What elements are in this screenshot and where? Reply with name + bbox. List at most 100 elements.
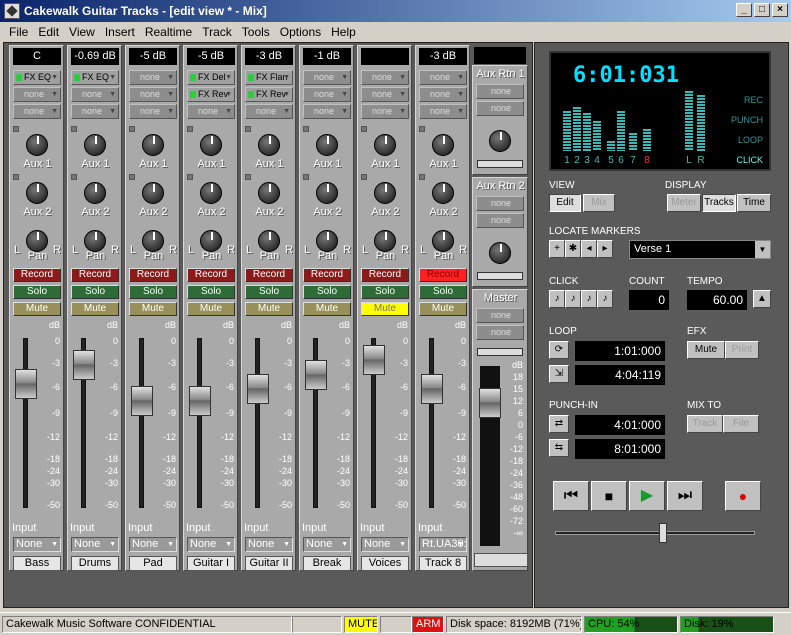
chevron-down-icon[interactable]: ▼: [457, 88, 464, 101]
track-name[interactable]: Guitar I: [187, 556, 235, 571]
fx-slot-3[interactable]: none ▼: [129, 104, 177, 119]
track-name[interactable]: Pad: [129, 556, 177, 571]
chevron-down-icon[interactable]: ▼: [167, 88, 174, 101]
click-icon-2[interactable]: ♪: [565, 290, 581, 308]
track-name[interactable]: Track 8: [419, 556, 467, 571]
fx-slot-3[interactable]: none ▼: [361, 104, 409, 119]
fx-slot-2[interactable]: none ▼: [71, 87, 119, 102]
mute-button[interactable]: Mute: [303, 302, 351, 316]
chevron-down-icon[interactable]: ▼: [341, 71, 348, 84]
fx-slot-3[interactable]: none ▼: [187, 104, 235, 119]
volume-display[interactable]: -5 dB: [187, 48, 235, 65]
aux-2-knob[interactable]: [432, 182, 454, 204]
aux-2-prefader-led[interactable]: [71, 174, 77, 180]
locate-marker-select[interactable]: Verse 1 ▼: [629, 240, 771, 259]
aux-1-prefader-led[interactable]: [419, 126, 425, 132]
aux-2-knob[interactable]: [258, 182, 280, 204]
chevron-down-icon[interactable]: ▼: [283, 88, 290, 101]
maximize-button[interactable]: □: [754, 3, 770, 17]
aux-1-knob[interactable]: [26, 134, 48, 156]
aux-2-prefader-led[interactable]: [129, 174, 135, 180]
menu-options[interactable]: Options: [275, 25, 326, 39]
display-tracks-button[interactable]: Tracks: [702, 194, 736, 212]
aux-return-slider[interactable]: [477, 272, 523, 280]
aux-2-knob[interactable]: [374, 182, 396, 204]
view-mix-button[interactable]: Mix: [583, 194, 615, 212]
chevron-down-icon[interactable]: ▼: [225, 71, 232, 84]
input-select[interactable]: None ▼: [361, 537, 409, 552]
mute-button[interactable]: Mute: [419, 302, 467, 316]
solo-button[interactable]: Solo: [245, 285, 293, 299]
record-arm-button[interactable]: Record: [129, 268, 177, 282]
chevron-down-icon[interactable]: ▼: [399, 71, 406, 84]
loop-toggle-icon[interactable]: ⟳: [549, 341, 569, 359]
volume-fader-thumb[interactable]: [73, 350, 95, 380]
solo-button[interactable]: Solo: [361, 285, 409, 299]
mute-button[interactable]: Mute: [187, 302, 235, 316]
aux-fx-slot-2[interactable]: none: [476, 101, 524, 116]
fx-slot-3[interactable]: none ▼: [71, 104, 119, 119]
display-time-button[interactable]: Time: [737, 194, 771, 212]
chevron-down-icon[interactable]: ▼: [341, 538, 348, 551]
solo-button[interactable]: Solo: [187, 285, 235, 299]
aux-1-knob[interactable]: [84, 134, 106, 156]
display-meter-button[interactable]: Meter: [667, 194, 701, 212]
master-balance-slider[interactable]: [477, 348, 523, 356]
chevron-down-icon[interactable]: ▼: [225, 105, 232, 118]
aux-2-prefader-led[interactable]: [361, 174, 367, 180]
volume-fader-track[interactable]: [429, 338, 434, 508]
master-fx-slot-1[interactable]: none: [476, 308, 524, 323]
pan-knob[interactable]: [26, 230, 48, 252]
input-select[interactable]: None ▼: [303, 537, 351, 552]
volume-display[interactable]: -3 dB: [245, 48, 293, 65]
fx-slot-3[interactable]: none ▼: [13, 104, 61, 119]
aux-1-prefader-led[interactable]: [13, 126, 19, 132]
aux-1-knob[interactable]: [142, 134, 164, 156]
fx-enabled-led[interactable]: [190, 91, 196, 98]
efx-print-button[interactable]: Print: [725, 341, 759, 359]
loop-end-icon[interactable]: ⇲: [549, 365, 569, 383]
volume-fader-track[interactable]: [23, 338, 28, 508]
input-select[interactable]: Rt.UA30: ▼: [419, 537, 467, 552]
click-icon-3[interactable]: ♪: [581, 290, 597, 308]
record-arm-button[interactable]: Record: [303, 268, 351, 282]
input-select[interactable]: None ▼: [187, 537, 235, 552]
chevron-down-icon[interactable]: ▼: [283, 105, 290, 118]
punch-toggle-icon[interactable]: ⇄: [549, 415, 569, 433]
position-slider[interactable]: [555, 531, 755, 535]
volume-fader-thumb[interactable]: [15, 369, 37, 399]
position-slider-thumb[interactable]: [659, 523, 667, 543]
chevron-down-icon[interactable]: ▼: [51, 105, 58, 118]
aux-fx-slot-2[interactable]: none: [476, 213, 524, 228]
tempo-value[interactable]: 60.00: [687, 290, 747, 310]
loop-end[interactable]: 4:04:119: [575, 365, 665, 385]
track-name[interactable]: Voices: [361, 556, 409, 571]
mixto-file-button[interactable]: File: [723, 415, 759, 433]
aux-2-knob[interactable]: [26, 182, 48, 204]
pan-knob[interactable]: [316, 230, 338, 252]
track-name[interactable]: Bass: [13, 556, 61, 571]
fast-forward-icon[interactable]: ⏭: [667, 481, 703, 511]
play-icon[interactable]: ▶: [629, 481, 665, 511]
volume-fader-track[interactable]: [139, 338, 144, 508]
app-icon[interactable]: [4, 3, 20, 19]
fx-slot-2[interactable]: none ▼: [419, 87, 467, 102]
solo-button[interactable]: Solo: [303, 285, 351, 299]
punch-end-icon[interactable]: ⇆: [549, 439, 569, 457]
aux-1-knob[interactable]: [374, 134, 396, 156]
chevron-down-icon[interactable]: ▼: [225, 538, 232, 551]
view-edit-button[interactable]: Edit: [549, 194, 581, 212]
volume-fader-thumb[interactable]: [247, 374, 269, 404]
record-arm-button[interactable]: Record: [419, 268, 467, 282]
volume-fader-thumb[interactable]: [131, 386, 153, 416]
fx-enabled-led[interactable]: [74, 74, 80, 81]
menu-help[interactable]: Help: [326, 25, 361, 39]
menu-edit[interactable]: Edit: [33, 25, 64, 39]
punch-start[interactable]: 4:01:000: [575, 415, 665, 435]
pan-knob[interactable]: [200, 230, 222, 252]
aux-2-prefader-led[interactable]: [245, 174, 251, 180]
mute-button[interactable]: Mute: [13, 302, 61, 316]
mute-button[interactable]: Mute: [245, 302, 293, 316]
stop-icon[interactable]: ■: [591, 481, 627, 511]
rewind-icon[interactable]: ⏮: [553, 481, 589, 511]
